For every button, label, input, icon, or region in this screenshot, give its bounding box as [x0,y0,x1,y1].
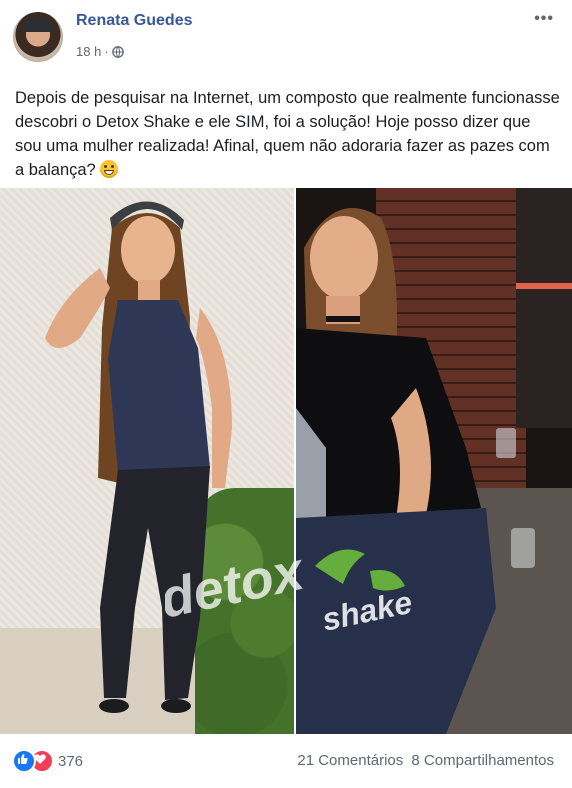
before-photo [0,188,294,734]
like-icon [12,749,36,773]
reactions-summary[interactable]: 376 [12,749,83,773]
post-meta: 18 h · [76,44,124,59]
globe-icon[interactable] [111,45,124,58]
post-footer: 376 21 Comentários 8 Compartilhamentos [0,740,572,788]
meta-separator: · [104,44,109,59]
comments-link[interactable]: 21 Comentários [297,752,403,769]
author-name[interactable]: Renata Guedes [76,12,192,30]
watermark-detox: detox [165,541,310,630]
post-header: Renata Guedes 18 h · ••• [0,0,572,76]
post-body: Depois de pesquisar na Internet, um comp… [15,89,560,179]
timestamp[interactable]: 18 h [76,44,101,59]
grinning-face-icon [100,160,119,178]
watermark-shake: shake [319,584,415,638]
post-photo[interactable]: detox shake [0,188,572,734]
engagement-counts: 21 Comentários 8 Compartilhamentos [297,752,554,769]
more-options-icon[interactable]: ••• [534,10,554,28]
avatar[interactable] [13,12,63,62]
after-photo [296,188,572,734]
post-text: Depois de pesquisar na Internet, um comp… [15,86,560,182]
watermark-logo: detox shake [165,541,415,638]
reaction-count: 376 [58,752,84,770]
shares-link[interactable]: 8 Compartilhamentos [411,752,554,769]
